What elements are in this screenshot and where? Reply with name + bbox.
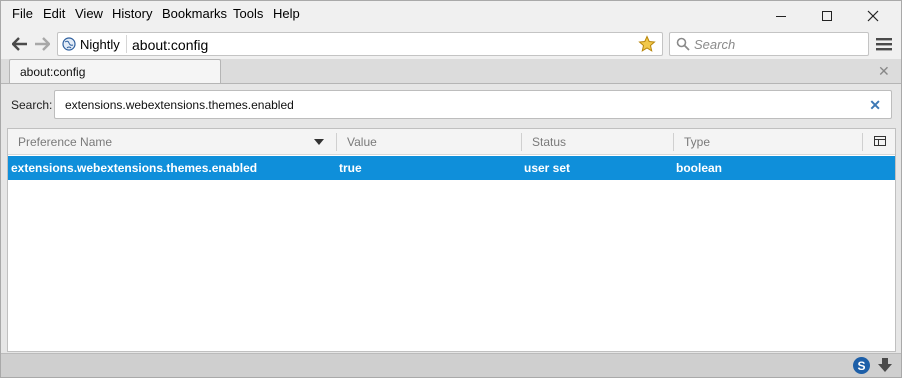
identity-label: Nightly [80,36,120,52]
table-row[interactable]: extensions.webextensions.themes.enabled … [8,156,895,180]
back-button[interactable] [11,35,29,53]
preferences-table: Preference Name Value Status Type extens… [7,128,896,352]
menu-file[interactable]: File [12,6,33,21]
config-search-value[interactable]: extensions.webextensions.themes.enabled [65,98,294,112]
forward-button[interactable] [33,35,51,53]
globe-icon [62,37,76,51]
forward-icon [35,37,50,51]
back-icon [12,37,27,51]
maximize-button[interactable] [804,5,850,27]
column-separator[interactable] [673,133,674,151]
tab-about-config[interactable]: about:config [9,59,221,84]
cell-status: user set [524,161,571,175]
search-icon [676,37,690,51]
star-icon[interactable] [638,35,656,53]
config-search-row: Search: extensions.webextensions.themes.… [1,84,901,126]
menu-bar: File Edit View History Bookmarks Tools H… [1,1,901,29]
search-placeholder: Search [694,37,736,52]
close-icon [867,10,879,22]
url-bar[interactable]: Nightly about:config [57,32,663,56]
column-preference-name[interactable]: Preference Name [18,135,112,149]
search-bar[interactable]: Search [669,32,869,56]
menu-bookmarks[interactable]: Bookmarks [162,6,227,21]
close-tab-icon[interactable]: ✕ [878,63,890,80]
cell-value: true [339,161,362,175]
column-picker-icon[interactable] [874,136,886,147]
browser-window: File Edit View History Bookmarks Tools H… [0,0,902,378]
column-separator[interactable] [521,133,522,151]
column-value[interactable]: Value [347,135,377,149]
maximize-icon [822,11,832,21]
tab-label: about:config [20,65,86,79]
clear-search-icon[interactable]: ✕ [869,97,881,114]
menu-tools[interactable]: Tools [233,6,263,21]
url-text[interactable]: about:config [132,37,208,53]
menu-history[interactable]: History [112,6,152,21]
minimize-button[interactable] [758,5,804,27]
close-window-button[interactable] [850,5,896,27]
menu-help[interactable]: Help [273,6,300,21]
minimize-icon [776,16,786,17]
tab-strip: about:config ✕ [1,59,901,84]
cell-type: boolean [676,161,723,175]
status-bar: S [1,353,901,377]
config-search-input[interactable]: extensions.webextensions.themes.enabled … [54,90,892,119]
config-page: Search: extensions.webextensions.themes.… [1,83,901,353]
sort-descending-icon [314,139,324,145]
table-header: Preference Name Value Status Type [8,129,895,155]
menu-edit[interactable]: Edit [43,6,65,21]
config-search-label: Search: [11,98,53,112]
nav-toolbar: Nightly about:config Search [1,29,901,59]
menu-view[interactable]: View [75,6,103,21]
column-separator[interactable] [862,133,863,151]
s-addon-icon[interactable]: S [853,357,870,374]
hamburger-menu-icon[interactable] [876,37,892,51]
column-status[interactable]: Status [532,135,566,149]
download-icon[interactable] [877,357,893,373]
column-separator[interactable] [336,133,337,151]
site-identity[interactable]: Nightly [62,35,127,53]
cell-preference-name: extensions.webextensions.themes.enabled [11,161,258,175]
column-type[interactable]: Type [684,135,710,149]
